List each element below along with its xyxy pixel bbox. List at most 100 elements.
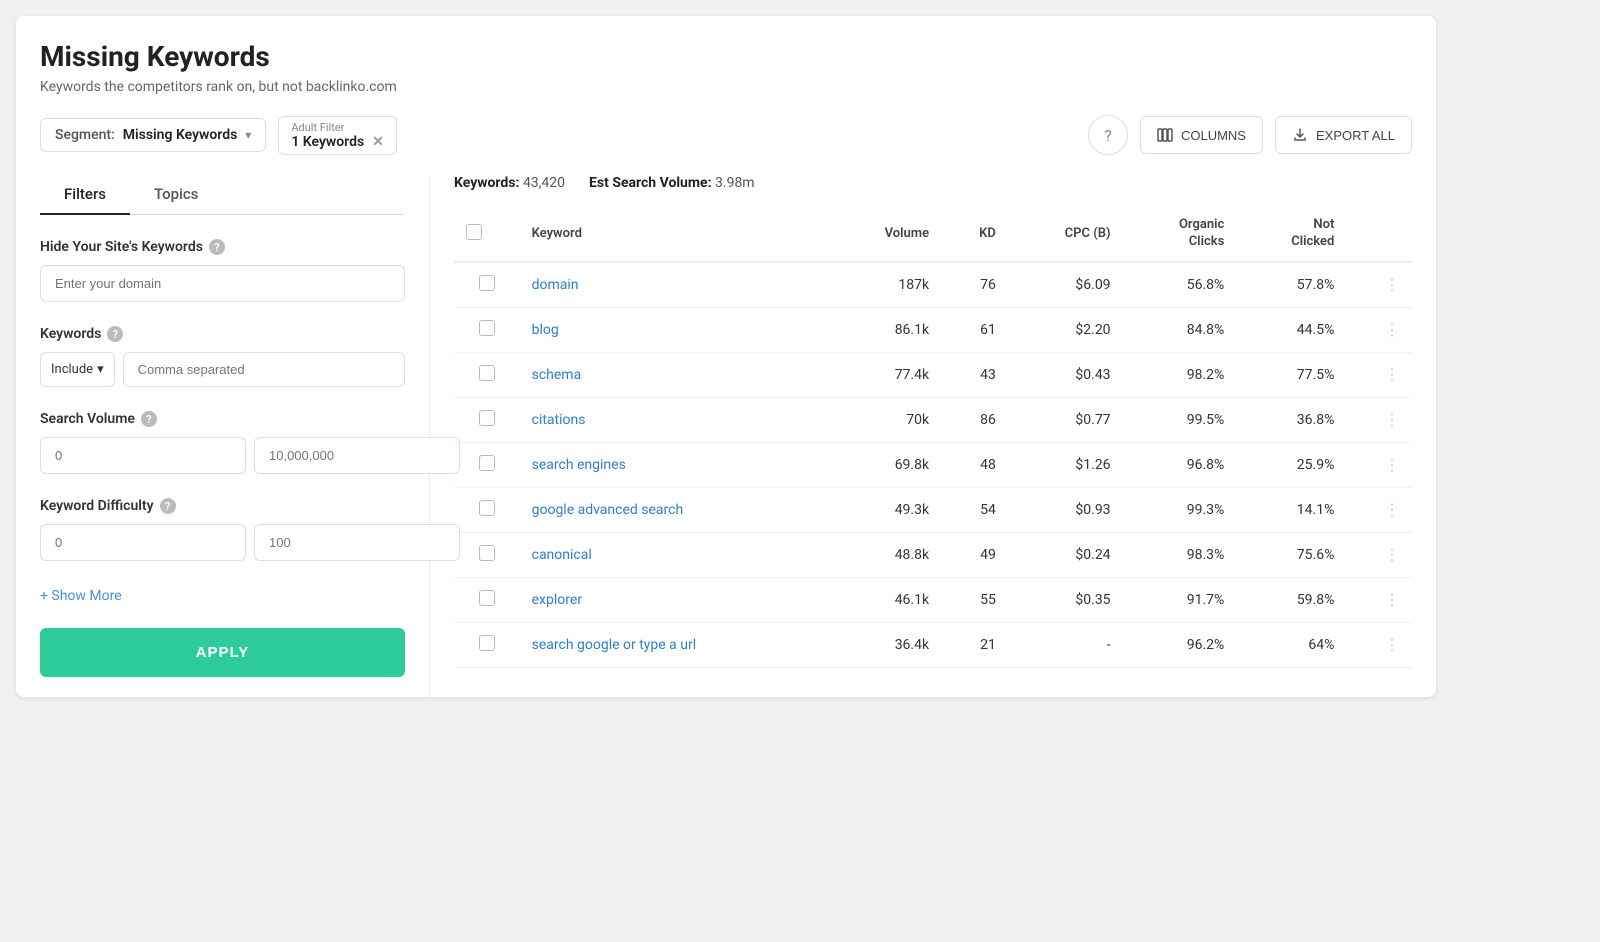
filter-section-keywords: Keywords ? Include ▾ [40, 326, 405, 387]
row-not-clicked: 75.6% [1236, 532, 1346, 577]
row-organic: 84.8% [1123, 307, 1237, 352]
th-not-clicked[interactable]: Not Clicked [1236, 207, 1346, 262]
apply-button[interactable]: APPLY [40, 628, 405, 677]
row-checkbox[interactable] [454, 532, 520, 577]
table-row: domain 187k 76 $6.09 56.8% 57.8% ⋮ [454, 262, 1412, 308]
row-select-checkbox[interactable] [479, 590, 495, 606]
row-cpc: $0.93 [1008, 487, 1123, 532]
row-kd: 48 [941, 442, 1008, 487]
th-organic-clicks[interactable]: Organic Clicks [1123, 207, 1237, 262]
th-cpc[interactable]: CPC (B) [1008, 207, 1123, 262]
keyword-link[interactable]: explorer [532, 592, 582, 608]
segment-label: Segment: [55, 127, 115, 143]
row-select-checkbox[interactable] [479, 545, 495, 561]
row-checkbox[interactable] [454, 262, 520, 308]
tab-filters[interactable]: Filters [40, 175, 130, 215]
close-icon[interactable]: ✕ [372, 134, 384, 150]
table-row: search engines 69.8k 48 $1.26 96.8% 25.9… [454, 442, 1412, 487]
row-organic: 56.8% [1123, 262, 1237, 308]
chevron-down-icon: ▾ [97, 362, 104, 377]
row-checkbox[interactable] [454, 577, 520, 622]
row-select-checkbox[interactable] [479, 500, 495, 516]
keyword-link[interactable]: canonical [532, 547, 592, 563]
row-checkbox[interactable] [454, 397, 520, 442]
row-select-checkbox[interactable] [479, 275, 495, 291]
table-row: blog 86.1k 61 $2.20 84.8% 44.5% ⋮ [454, 307, 1412, 352]
drag-icon: ⋮ [1384, 545, 1400, 564]
row-select-checkbox[interactable] [479, 455, 495, 471]
filter-section-hide-keywords: Hide Your Site's Keywords ? [40, 239, 405, 302]
th-volume[interactable]: Volume [829, 207, 941, 262]
row-keyword: search google or type a url [520, 622, 829, 667]
table-row: search google or type a url 36.4k 21 - 9… [454, 622, 1412, 667]
sidebar: Filters Topics Hide Your Site's Keywords… [40, 175, 430, 697]
search-volume-help-icon[interactable]: ? [141, 411, 157, 427]
kd-help-icon[interactable]: ? [160, 498, 176, 514]
row-not-clicked: 14.1% [1236, 487, 1346, 532]
columns-button[interactable]: COLUMNS [1140, 116, 1263, 154]
row-kd: 76 [941, 262, 1008, 308]
export-button[interactable]: EXPORT ALL [1275, 116, 1412, 154]
row-not-clicked: 44.5% [1236, 307, 1346, 352]
row-checkbox[interactable] [454, 442, 520, 487]
th-kd[interactable]: KD [941, 207, 1008, 262]
hide-keywords-help-icon[interactable]: ? [209, 239, 225, 255]
row-cpc: $0.77 [1008, 397, 1123, 442]
keyword-link[interactable]: domain [532, 277, 579, 293]
help-button[interactable]: ? [1088, 115, 1128, 155]
row-organic: 99.3% [1123, 487, 1237, 532]
keywords-table: Keyword Volume KD CPC (B) Organic Clicks [454, 207, 1412, 668]
row-checkbox[interactable] [454, 622, 520, 667]
filter-chip-label: Adult Filter [291, 121, 384, 134]
columns-icon [1157, 127, 1173, 143]
show-more-link[interactable]: + Show More [40, 588, 122, 604]
row-checkbox[interactable] [454, 307, 520, 352]
row-cpc: $0.35 [1008, 577, 1123, 622]
content-area: Keywords: 43,420 Est Search Volume: 3.98… [430, 175, 1412, 697]
row-kd: 54 [941, 487, 1008, 532]
kd-min[interactable] [40, 524, 246, 561]
keyword-link[interactable]: search engines [532, 457, 626, 473]
row-cpc: $6.09 [1008, 262, 1123, 308]
keyword-link[interactable]: citations [532, 412, 586, 428]
select-all-checkbox[interactable] [466, 224, 482, 240]
row-select-checkbox[interactable] [479, 365, 495, 381]
drag-icon: ⋮ [1384, 455, 1400, 474]
row-checkbox[interactable] [454, 352, 520, 397]
row-keyword: schema [520, 352, 829, 397]
row-action: ⋮ [1346, 622, 1412, 667]
domain-input[interactable] [40, 265, 405, 302]
row-select-checkbox[interactable] [479, 635, 495, 651]
row-action: ⋮ [1346, 442, 1412, 487]
row-volume: 86.1k [829, 307, 941, 352]
row-checkbox[interactable] [454, 487, 520, 532]
row-cpc: $0.24 [1008, 532, 1123, 577]
adult-filter-chip: Adult Filter 1 Keywords ✕ [278, 116, 397, 155]
tab-topics[interactable]: Topics [130, 175, 222, 215]
keyword-link[interactable]: blog [532, 322, 559, 338]
row-action: ⋮ [1346, 577, 1412, 622]
row-keyword: explorer [520, 577, 829, 622]
row-organic: 99.5% [1123, 397, 1237, 442]
segment-dropdown[interactable]: Segment: Missing Keywords ▾ [40, 118, 266, 152]
row-cpc: $1.26 [1008, 442, 1123, 487]
include-dropdown[interactable]: Include ▾ [40, 352, 115, 387]
row-select-checkbox[interactable] [479, 320, 495, 336]
keyword-link[interactable]: schema [532, 367, 582, 383]
row-not-clicked: 57.8% [1236, 262, 1346, 308]
search-volume-title: Search Volume ? [40, 411, 405, 427]
row-select-checkbox[interactable] [479, 410, 495, 426]
hide-keywords-title: Hide Your Site's Keywords ? [40, 239, 405, 255]
row-volume: 36.4k [829, 622, 941, 667]
keyword-filter-row: Include ▾ [40, 352, 405, 387]
segment-value: Missing Keywords [123, 127, 238, 143]
keyword-link[interactable]: google advanced search [532, 502, 684, 518]
keywords-help-icon[interactable]: ? [107, 326, 123, 342]
th-keyword[interactable]: Keyword [520, 207, 829, 262]
keyword-link[interactable]: search google or type a url [532, 637, 697, 653]
drag-icon: ⋮ [1384, 410, 1400, 429]
search-volume-min[interactable] [40, 437, 246, 474]
row-cpc: $2.20 [1008, 307, 1123, 352]
keyword-input[interactable] [123, 352, 405, 387]
drag-icon: ⋮ [1384, 635, 1400, 654]
